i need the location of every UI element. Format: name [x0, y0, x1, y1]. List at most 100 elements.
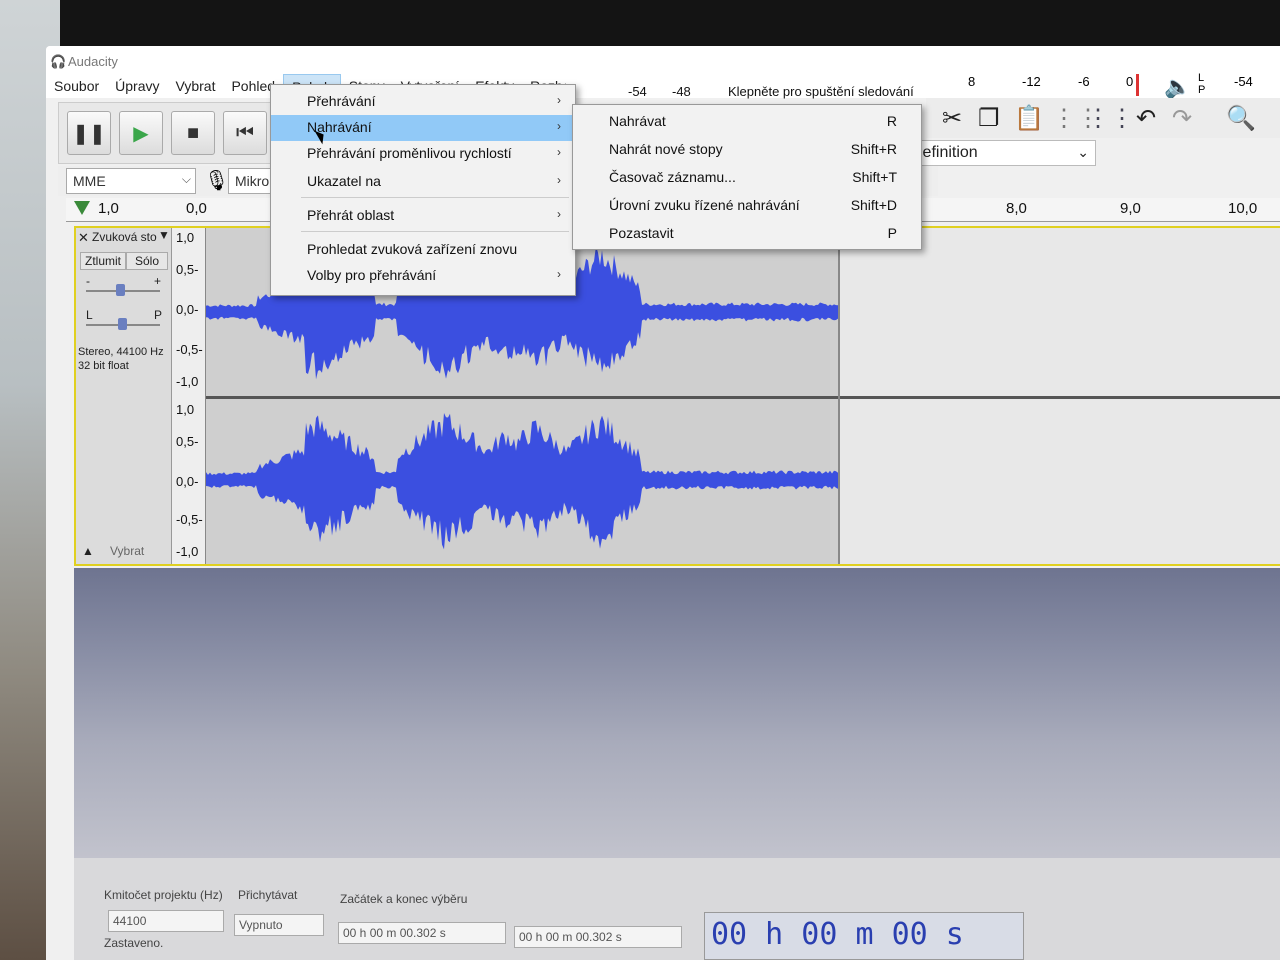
- menu-item-label: Prohledat zvuková zařízení znovu: [307, 241, 518, 257]
- chevron-down-icon: ⌄: [1077, 144, 1089, 160]
- menu-separator: [301, 231, 569, 232]
- status-text: Zastaveno.: [104, 936, 164, 950]
- chevron-down-icon[interactable]: ▼: [158, 228, 170, 242]
- menu-item-label: Ukazatel na: [307, 173, 381, 189]
- microphone-icon: 🎙: [204, 170, 230, 192]
- timeline-tick: 8,0: [1006, 200, 1027, 217]
- playback-device-select[interactable]: Definition ⌄: [906, 140, 1096, 166]
- submenu-item[interactable]: Časovač záznamu... Shift+T: [573, 165, 921, 191]
- chevron-right-icon: ›: [557, 173, 561, 187]
- play-icon: ▶: [133, 122, 149, 145]
- shortcut-label: R: [886, 113, 897, 129]
- track-info-bits: 32 bit float: [78, 360, 129, 372]
- gain-minus-label: -: [86, 274, 90, 288]
- collapse-track-icon[interactable]: ▲: [82, 544, 94, 558]
- cut-icon[interactable]: ✂: [942, 104, 962, 133]
- chevron-down-icon: ⌵: [181, 172, 191, 186]
- edit-toolbar: ✂ ❐ 📋 ⋮⋮ ⋮⋮ ↶ ↷ 🔍: [926, 98, 1280, 138]
- chevron-right-icon: ›: [557, 119, 561, 133]
- gain-plus-label: +: [154, 274, 162, 288]
- scale-label: -0,5-: [176, 512, 203, 527]
- scale-label: 0,5-: [176, 434, 199, 449]
- chevron-right-icon: ›: [557, 207, 561, 221]
- title-bar: 🎧 Audacity: [46, 46, 1280, 74]
- submenu-item[interactable]: Nahrávat R: [573, 109, 921, 135]
- meter-channel-p: P: [1198, 84, 1206, 96]
- channel-divider: [206, 396, 1280, 399]
- pan-right-label: P: [154, 308, 163, 322]
- meter-tick: -6: [1078, 74, 1090, 89]
- play-button[interactable]: ▶: [119, 111, 163, 155]
- menu-item[interactable]: Přehrát oblast ›: [271, 203, 575, 229]
- snap-label: Přichytávat: [238, 888, 298, 902]
- zoom-in-icon[interactable]: 🔍: [1226, 104, 1256, 133]
- silence-icon[interactable]: ⋮⋮: [1086, 104, 1134, 133]
- chevron-right-icon: ›: [557, 93, 561, 107]
- submenu-item-label: Nahrát nové stopy: [609, 141, 723, 157]
- paste-icon[interactable]: 📋: [1014, 104, 1044, 133]
- menu-soubor[interactable]: Soubor: [46, 74, 107, 98]
- pan-slider-thumb[interactable]: [118, 318, 127, 330]
- menu-item-label: Volby pro přehrávání: [307, 267, 437, 283]
- submenu-item[interactable]: Pozastavit P: [573, 221, 921, 247]
- waveform-channel: [206, 413, 840, 550]
- timeline-value: 1,0: [98, 200, 119, 217]
- submenu-item-label: Časovač záznamu...: [609, 169, 736, 185]
- menu-item-label: Přehrávání: [307, 93, 376, 109]
- audacity-window: 🎧 Audacity SouborÚpravyVybratPohledPohyb…: [46, 46, 1280, 960]
- window-title: Audacity: [68, 54, 118, 69]
- redo-icon[interactable]: ↷: [1172, 104, 1192, 133]
- pan-left-label: L: [86, 308, 93, 322]
- empty-track-area[interactable]: [74, 568, 1280, 858]
- meter-tick: -54: [628, 84, 647, 99]
- pohyb-dropdown-menu: Přehrávání › Nahrávání › Přehrávání proměnli…: [270, 84, 576, 296]
- stop-button[interactable]: ■: [171, 111, 215, 155]
- submenu-item-label: Úrovní zvuku řízené nahrávání: [609, 197, 800, 213]
- solo-button[interactable]: Sólo: [126, 252, 169, 270]
- skip-start-button[interactable]: ⏮: [223, 111, 267, 155]
- menu-item[interactable]: Volby pro přehrávání ›: [271, 263, 575, 289]
- shortcut-label: Shift+T: [852, 169, 897, 185]
- shortcut-label: P: [887, 225, 897, 241]
- meter-hint[interactable]: Klepněte pro spuštění sledování: [728, 84, 914, 99]
- audio-host-value: MME: [73, 173, 106, 189]
- scale-label: -0,5-: [176, 342, 203, 357]
- audio-host-select[interactable]: MME ⌵: [66, 168, 196, 194]
- menu-item[interactable]: Přehrávání ›: [271, 89, 575, 115]
- project-rate-select[interactable]: 44100: [108, 910, 224, 932]
- scale-label: 0,5-: [176, 262, 199, 277]
- speaker-icon[interactable]: 🔈: [1164, 74, 1191, 100]
- submenu-item[interactable]: Nahrát nové stopy Shift+R: [573, 137, 921, 163]
- select-track-button[interactable]: Vybrat: [110, 544, 144, 558]
- gain-slider-thumb[interactable]: [116, 284, 125, 296]
- selection-end-field[interactable]: 00 h 00 m 00.302 s: [514, 926, 682, 948]
- time-display[interactable]: 00 h 00 m 00 s: [704, 912, 1024, 960]
- snap-select[interactable]: Vypnuto: [234, 914, 324, 936]
- scale-label: 0,0-: [176, 474, 199, 489]
- submenu-item-label: Nahrávat: [609, 113, 666, 129]
- track-info-format: Stereo, 44100 Hz: [78, 346, 164, 358]
- menu-item-label: Přehrát oblast: [307, 207, 395, 223]
- menu-item[interactable]: Ukazatel na ›: [271, 169, 575, 195]
- track-name-menu[interactable]: Zvuková sto: [92, 230, 157, 244]
- meter-tick: 0: [1126, 74, 1134, 89]
- vertical-scale: 1,0 0,5- 0,0- -0,5- -1,0 1,0 0,5- 0,0- -…: [172, 228, 206, 564]
- menu-item[interactable]: Prohledat zvuková zařízení znovu: [271, 237, 575, 263]
- close-track-icon[interactable]: ✕: [78, 230, 89, 246]
- timeline-tick: 9,0: [1120, 200, 1141, 217]
- shortcut-label: Shift+D: [850, 197, 897, 213]
- menu-úpravy[interactable]: Úpravy: [107, 74, 167, 98]
- meter-tick: 8: [968, 74, 976, 89]
- menu-item[interactable]: Přehrávání proměnlivou rychlostí ›: [271, 141, 575, 167]
- undo-icon[interactable]: ↶: [1136, 104, 1156, 133]
- menu-vybrat[interactable]: Vybrat: [168, 74, 224, 98]
- meter-channel-l: L: [1198, 72, 1205, 84]
- play-head-icon: [74, 201, 90, 215]
- pause-button[interactable]: ❚❚: [67, 111, 111, 155]
- copy-icon[interactable]: ❐: [978, 104, 1000, 133]
- submenu-item[interactable]: Úrovní zvuku řízené nahrávání Shift+D: [573, 193, 921, 219]
- submenu-item-label: Pozastavit: [609, 225, 674, 241]
- selection-start-field[interactable]: 00 h 00 m 00.302 s: [338, 922, 506, 944]
- mute-button[interactable]: Ztlumit: [80, 252, 126, 270]
- transport-toolbar: ❚❚ ▶ ■ ⏮: [58, 102, 288, 164]
